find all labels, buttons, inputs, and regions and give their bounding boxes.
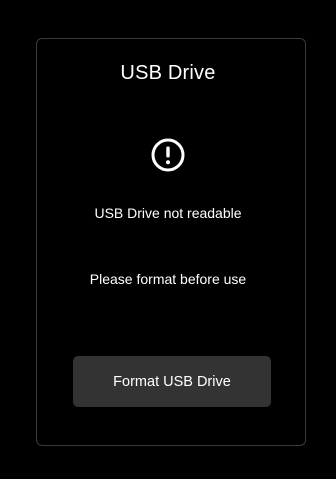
format-button-label: Format USB Drive bbox=[113, 373, 231, 390]
usb-drive-screen: USB Drive USB Drive not readable Please … bbox=[0, 0, 336, 479]
instruction-message: Please format before use bbox=[89, 271, 247, 287]
alert-circle-icon bbox=[151, 138, 185, 172]
dialog-title: USB Drive bbox=[120, 62, 216, 84]
error-message: USB Drive not readable bbox=[94, 205, 242, 221]
format-usb-drive-button[interactable]: Format USB Drive bbox=[73, 356, 271, 407]
